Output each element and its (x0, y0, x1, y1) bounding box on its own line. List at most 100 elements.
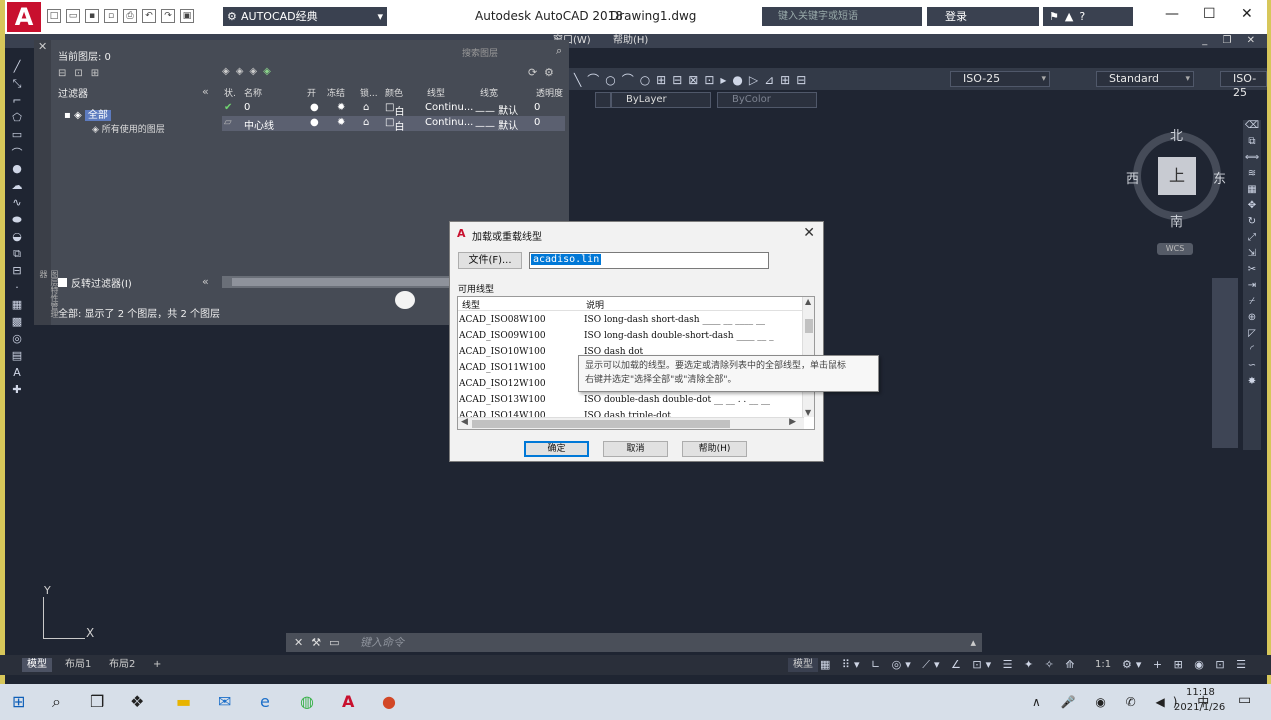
tab-layout2[interactable]: 布局2 (104, 658, 140, 672)
bulb-icon[interactable]: ● (310, 102, 319, 113)
redo-icon[interactable]: ↷ (161, 9, 175, 23)
model-space-button[interactable]: 模型 (788, 658, 818, 672)
insert-block-icon[interactable]: ⧉ (6, 247, 28, 264)
help-icons-group[interactable]: ⚑▲? (1043, 7, 1133, 26)
hatch-icon[interactable]: ▦ (6, 298, 28, 315)
viewcube-top-face[interactable]: 上 (1158, 157, 1196, 195)
sun-icon[interactable]: ✹ (337, 102, 345, 113)
extend-icon[interactable]: ⇥ (1243, 280, 1261, 296)
linetype-row[interactable]: ACAD_ISO13W100 ISO double-dash double-dot… (458, 393, 804, 409)
undo-icon[interactable]: ↶ (142, 9, 156, 23)
clock-date[interactable]: 2021/1/26 (1174, 702, 1225, 713)
close-icon[interactable]: ✕ (38, 40, 47, 53)
save-icon[interactable]: ▪ (85, 9, 99, 23)
linetype-select[interactable]: ByLayer (611, 92, 711, 108)
dialog-close-button[interactable]: ✕ (803, 225, 815, 241)
viewcube-east[interactable]: 东 (1213, 168, 1226, 187)
scroll-down-icon[interactable]: ▼ (805, 408, 811, 417)
ellipse-arc-icon[interactable]: ◒ (6, 230, 28, 247)
layer-tool-icons[interactable]: ◈◈◈◈ (222, 66, 277, 77)
ellipse-icon[interactable]: ⬬ (6, 213, 28, 230)
cancel-button[interactable]: 取消 (603, 441, 668, 457)
viewcube-north[interactable]: 北 (1170, 125, 1183, 144)
erase-icon[interactable]: ⌫ (1243, 120, 1261, 136)
copy-icon[interactable]: ⧉ (1243, 136, 1261, 152)
table-icon[interactable]: ▤ (6, 349, 28, 366)
search-icon[interactable]: ⌕ (52, 692, 61, 712)
login-button[interactable]: 登录 (927, 7, 1039, 26)
help-search-input[interactable]: 键入关键字或短语 (762, 7, 922, 26)
arc-icon[interactable]: ⌒ (6, 145, 28, 162)
col-lineweight[interactable]: 线宽 (480, 86, 498, 99)
browser-icon[interactable]: ◍ (300, 692, 314, 711)
add-selected-icon[interactable]: ✚ (6, 383, 28, 400)
col-linetype[interactable]: 线型 (427, 86, 445, 99)
explode-icon[interactable]: ✸ (1243, 376, 1261, 392)
file-button[interactable]: 文件(F)... (458, 252, 522, 269)
fillet-icon[interactable]: ◜ (1243, 344, 1261, 360)
construction-line-icon[interactable]: ⤡ (6, 77, 28, 94)
lock-icon[interactable]: ⌂ (363, 117, 369, 128)
close-button[interactable]: ✕ (1241, 6, 1253, 22)
tab-layout1[interactable]: 布局1 (60, 658, 96, 672)
toolbar-icons[interactable]: ╲⌒○⌒○⊞⊟⊠⊡▸●▷⊿⊞⊟ (574, 71, 812, 88)
command-history-icon[interactable]: ▭ (329, 636, 347, 649)
drawing-window-controls[interactable]: _ ❐ ✕ (1202, 34, 1261, 48)
blend-icon[interactable]: ∽ (1243, 360, 1261, 376)
tab-model[interactable]: 模型 (22, 658, 52, 672)
autocad-taskbar-icon[interactable]: A (342, 692, 354, 711)
clock-time[interactable]: 11:18 (1186, 687, 1215, 698)
tree-item-all[interactable]: ▪ ◈ 全部 (64, 106, 111, 121)
linetype-list-hscroll[interactable]: ◀ ▶ (458, 417, 804, 429)
palette-strip[interactable]: ✕ 图层特性管理器 (34, 40, 59, 325)
command-input[interactable]: 键入命令 (360, 633, 404, 652)
scroll-left-icon[interactable]: ◀ (461, 417, 468, 427)
rotate-icon[interactable]: ↻ (1243, 216, 1261, 232)
triangle-icon[interactable]: ▲ (1065, 10, 1079, 23)
file-explorer-icon[interactable]: ▬ (176, 692, 191, 711)
dimstyle2-select[interactable]: ISO-25 (1220, 71, 1267, 99)
region-icon[interactable]: ◎ (6, 332, 28, 349)
col-on[interactable]: 开 (307, 86, 316, 99)
status-toggle-icons[interactable]: ▦ ⠿▾ ∟ ◎▾ ⟋▾ ∠ ⊡▾ ☰ ✦ ✧ ⟰ (820, 658, 1079, 672)
stretch-icon[interactable]: ⇲ (1243, 248, 1261, 264)
dimstyle-select[interactable]: ISO-25 ▾ (950, 71, 1050, 87)
new-file-icon[interactable]: □ (47, 9, 61, 23)
circle-icon[interactable]: ● (6, 162, 28, 179)
task-view-icon[interactable]: ❒ (90, 692, 104, 711)
navigation-bar[interactable] (1212, 278, 1238, 448)
collapse-icon[interactable]: « (202, 85, 209, 98)
refresh-icon[interactable]: ⟳ (528, 66, 537, 79)
textstyle-select[interactable]: Standard ▾ (1096, 71, 1194, 87)
multiline-text-icon[interactable]: A (6, 366, 28, 383)
break-icon[interactable]: ⌿ (1243, 296, 1261, 312)
file-name-input[interactable]: acadiso.lin (529, 252, 769, 269)
cart-icon[interactable]: ⚑ (1049, 10, 1065, 23)
powerpoint-icon[interactable]: ● (382, 692, 396, 711)
bulb-icon[interactable]: ● (310, 117, 319, 128)
join-icon[interactable]: ⊕ (1243, 312, 1261, 328)
viewcube-west[interactable]: 西 (1126, 168, 1139, 187)
open-file-icon[interactable]: ▭ (66, 9, 80, 23)
plot-icon[interactable]: ▣ (180, 9, 194, 23)
help-icon[interactable]: ? (1079, 10, 1091, 23)
col-transparency[interactable]: 透明度 (536, 86, 563, 99)
close-icon[interactable]: ✕ (294, 636, 311, 649)
menu-help[interactable]: 帮助(H) (613, 34, 648, 48)
app-icon[interactable]: ❖ (130, 692, 144, 711)
polygon-icon[interactable]: ⬠ (6, 111, 28, 128)
autocad-logo-icon[interactable]: A (7, 2, 41, 32)
scale-icon[interactable]: ⤢ (1243, 232, 1261, 248)
col-status[interactable]: 状. (224, 86, 236, 99)
lock-icon[interactable]: ⌂ (363, 102, 369, 113)
chamfer-icon[interactable]: ◸ (1243, 328, 1261, 344)
maximize-button[interactable]: ☐ (1203, 6, 1216, 22)
mirror-icon[interactable]: ⟺ (1243, 152, 1261, 168)
help-button[interactable]: 帮助(H) (682, 441, 747, 457)
color-swatch[interactable]: □ 白 (385, 102, 404, 118)
add-layout-button[interactable]: + (148, 658, 166, 672)
color-swatch[interactable]: □ 白 (385, 117, 404, 133)
edge-icon[interactable]: e (260, 692, 270, 711)
point-icon[interactable]: · (6, 281, 28, 298)
scroll-right-icon[interactable]: ▶ (789, 417, 796, 427)
